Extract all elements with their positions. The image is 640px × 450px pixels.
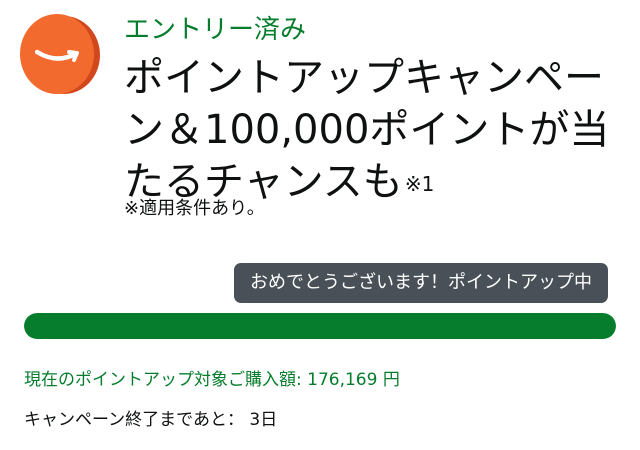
progress-bar bbox=[24, 313, 616, 339]
remaining-label: キャンペーン終了まであと： bbox=[24, 410, 244, 430]
purchase-amount: 現在のポイントアップ対象ご購入額: 176,169 円 bbox=[24, 366, 400, 394]
amazon-smile-icon bbox=[20, 14, 94, 94]
campaign-headline: ポイントアップキャンペー ン＆100,000ポイントが当 たるチャンスも ※1 bbox=[124, 52, 624, 208]
progress-bar-fill bbox=[24, 313, 616, 339]
days-remaining: キャンペーン終了まであと： 3日 bbox=[24, 406, 277, 434]
headline-line-1: ポイントアップキャンペー bbox=[124, 55, 604, 101]
purchase-value: 176,169 円 bbox=[307, 370, 400, 390]
remaining-value: 3日 bbox=[249, 410, 278, 430]
conditions-note: ※適用条件あり。 bbox=[124, 198, 265, 219]
entry-status: エントリー済み bbox=[124, 15, 307, 45]
footnote-mark: ※1 bbox=[404, 172, 435, 196]
status-badge: おめでとうございます！ポイントアップ中 bbox=[234, 263, 608, 303]
purchase-label: 現在のポイントアップ対象ご購入額: bbox=[24, 370, 302, 390]
smile-arrow-icon bbox=[35, 49, 79, 62]
headline-line-2: ン＆100,000ポイントが当 bbox=[124, 107, 610, 153]
amazon-coin-logo bbox=[20, 14, 100, 96]
